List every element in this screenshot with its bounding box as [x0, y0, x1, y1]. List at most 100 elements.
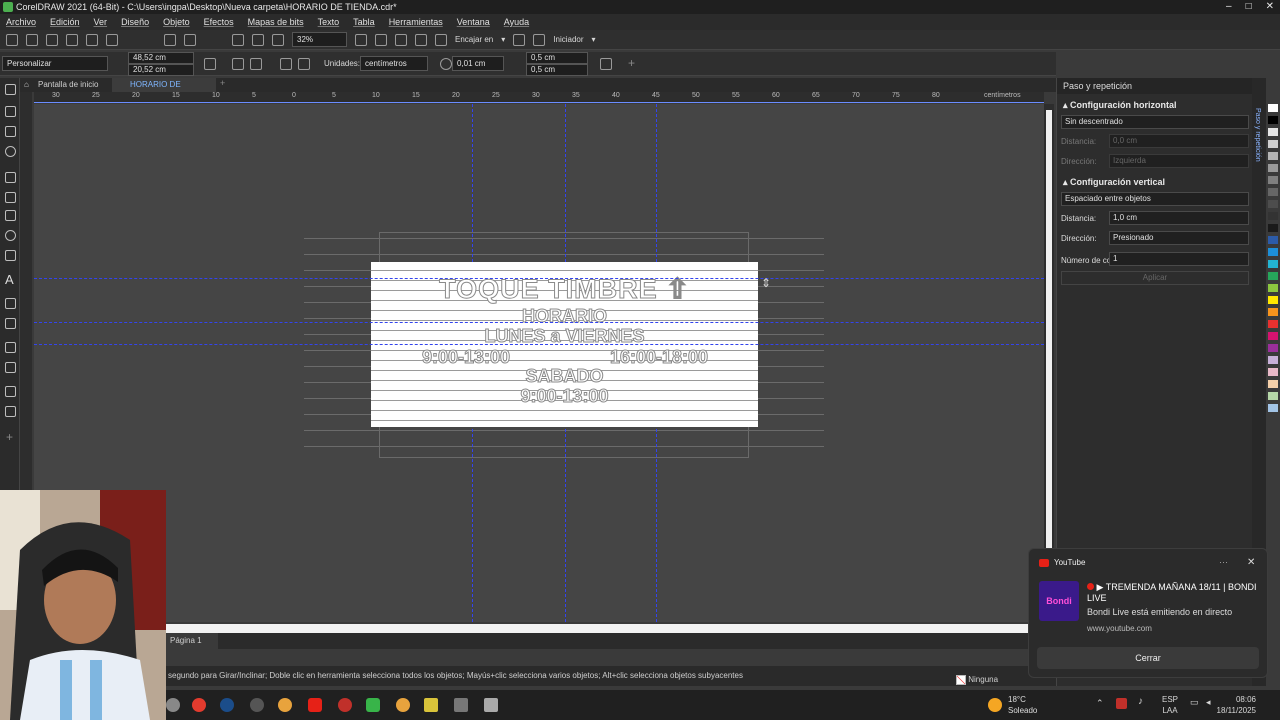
duplicate-distance-x[interactable]: 0,5 cm: [526, 52, 588, 64]
h-direction-select[interactable]: Izquierda: [1109, 154, 1249, 168]
menu-mapas-de-bits[interactable]: Mapas de bits: [248, 17, 304, 27]
text-tool-icon[interactable]: A: [5, 272, 14, 287]
menu-edicion[interactable]: Edición: [50, 17, 80, 27]
grid-icon[interactable]: [395, 33, 407, 46]
clock[interactable]: 08:06 18/11/2025: [1217, 694, 1256, 716]
transparency-tool-icon[interactable]: [5, 362, 16, 373]
minimize-button[interactable]: –: [1226, 0, 1232, 14]
palette-swatch[interactable]: [1268, 236, 1278, 244]
menu-efectos[interactable]: Efectos: [204, 17, 234, 27]
pick-tool-icon[interactable]: [5, 84, 16, 95]
page-size-preset[interactable]: Personalizar: [2, 56, 108, 71]
more-options-icon[interactable]: ···: [1219, 557, 1228, 567]
options-icon[interactable]: [600, 58, 612, 70]
palette-swatch[interactable]: [1268, 212, 1278, 220]
vertical-settings-header[interactable]: ▴ Configuración vertical: [1063, 177, 1247, 188]
maximize-button[interactable]: □: [1246, 0, 1252, 14]
zoom-level-select[interactable]: 32%: [292, 32, 347, 47]
import-icon[interactable]: [232, 33, 244, 46]
palette-swatch[interactable]: [1268, 320, 1278, 328]
palette-swatch[interactable]: [1268, 296, 1278, 304]
pdf-icon[interactable]: [272, 33, 284, 46]
new-document-icon[interactable]: [6, 33, 18, 46]
ellipse-tool-icon[interactable]: [5, 230, 16, 241]
palette-swatch[interactable]: [1268, 368, 1278, 376]
landscape-icon[interactable]: [250, 58, 262, 70]
drawing-canvas[interactable]: TOQUE TIMBRE ⇧ HORARIO LUNES a VIERNES 9…: [34, 104, 1044, 622]
shadow-tool-icon[interactable]: [5, 342, 16, 353]
palette-swatch[interactable]: [1268, 224, 1278, 232]
youtube-notification[interactable]: YouTube ··· ✕ Bondi ▶ TREMENDA MAÑANA 18…: [1028, 548, 1268, 678]
menu-texto[interactable]: Texto: [318, 17, 340, 27]
folder-icon[interactable]: [424, 698, 438, 712]
horizontal-mode-select[interactable]: Sin descentrado: [1061, 115, 1249, 129]
h-distance-field[interactable]: 0,0 cm: [1109, 134, 1249, 148]
artistic-media-tool-icon[interactable]: [5, 192, 16, 203]
palette-swatch[interactable]: [1268, 356, 1278, 364]
add-icon[interactable]: +: [628, 56, 635, 70]
zoom-tool-icon[interactable]: [5, 146, 16, 157]
palette-swatch[interactable]: [1268, 188, 1278, 196]
save-icon[interactable]: [46, 33, 58, 46]
palette-swatch[interactable]: [1268, 200, 1278, 208]
palette-swatch[interactable]: [1268, 152, 1278, 160]
palette-swatch[interactable]: [1268, 272, 1278, 280]
page-height-field[interactable]: 20,52 cm: [128, 64, 194, 76]
units-select[interactable]: centímetros: [360, 56, 428, 71]
parallel-dimension-tool-icon[interactable]: [5, 298, 16, 309]
apply-button[interactable]: Aplicar: [1061, 271, 1249, 285]
coreldraw-taskbar-icon[interactable]: [366, 698, 380, 712]
files-app-icon[interactable]: [484, 698, 498, 712]
palette-swatch[interactable]: [1268, 164, 1278, 172]
full-screen-icon[interactable]: [355, 33, 367, 46]
tab-home[interactable]: ⌂ Pantalla de inicio: [20, 78, 110, 92]
palette-swatch[interactable]: [1268, 140, 1278, 148]
copies-field[interactable]: 1: [1109, 252, 1249, 266]
snap-to-dropdown[interactable]: Encajar en: [455, 35, 493, 44]
interactive-fill-tool-icon[interactable]: [5, 406, 16, 417]
settings-gear-icon[interactable]: [513, 33, 526, 46]
palette-swatch[interactable]: [1268, 248, 1278, 256]
duplicate-distance-y[interactable]: 0,5 cm: [526, 64, 588, 76]
v-direction-select[interactable]: Presionado: [1109, 231, 1249, 245]
palette-swatch[interactable]: [1268, 332, 1278, 340]
vertical-mode-select[interactable]: Espaciado entre objetos: [1061, 192, 1249, 206]
crop-tool-icon[interactable]: [5, 126, 16, 137]
launcher-icon[interactable]: [533, 33, 546, 46]
rectangle-tool-icon[interactable]: [5, 210, 16, 221]
microphone-icon[interactable]: ♪: [1138, 696, 1143, 707]
menu-archivo[interactable]: Archivo: [6, 17, 36, 27]
close-button[interactable]: ✕: [1266, 0, 1274, 14]
palette-swatch[interactable]: [1268, 404, 1278, 412]
notification-close-button[interactable]: Cerrar: [1037, 647, 1259, 669]
guideline-horizontal[interactable]: [34, 322, 1044, 323]
current-page-icon[interactable]: [298, 58, 310, 70]
paste-icon[interactable]: [164, 33, 176, 46]
language-indicator[interactable]: ESP LAA: [1162, 694, 1178, 716]
guideline-horizontal[interactable]: [34, 344, 1044, 345]
palette-swatch[interactable]: [1268, 128, 1278, 136]
scale-icon[interactable]: [204, 58, 216, 70]
palette-swatch[interactable]: [1268, 176, 1278, 184]
steam-icon[interactable]: [220, 698, 234, 712]
menu-objeto[interactable]: Objeto: [163, 17, 190, 27]
tray-app-icon[interactable]: [1116, 698, 1127, 709]
freehand-tool-icon[interactable]: [5, 172, 16, 183]
palette-swatch[interactable]: [1268, 284, 1278, 292]
menu-ayuda[interactable]: Ayuda: [504, 17, 529, 27]
new-tab-icon[interactable]: +: [220, 78, 225, 88]
youtube-app-icon[interactable]: [308, 698, 322, 712]
shape-tool-icon[interactable]: [5, 106, 16, 117]
taskview-icon[interactable]: [166, 698, 180, 712]
app-icon[interactable]: [250, 698, 264, 712]
horizontal-scrollbar[interactable]: [166, 624, 1044, 633]
v-distance-field[interactable]: 1,0 cm: [1109, 211, 1249, 225]
network-icon[interactable]: ▭: [1190, 697, 1199, 708]
menu-herramientas[interactable]: Herramientas: [389, 17, 443, 27]
print-icon[interactable]: [106, 33, 118, 46]
tab-document[interactable]: HORARIO DE TIENDA.*: [112, 78, 216, 103]
palette-swatch[interactable]: [1268, 116, 1278, 124]
chrome-icon[interactable]: [192, 698, 206, 712]
horizontal-settings-header[interactable]: ▴ Configuración horizontal: [1063, 100, 1247, 111]
portrait-icon[interactable]: [232, 58, 244, 70]
